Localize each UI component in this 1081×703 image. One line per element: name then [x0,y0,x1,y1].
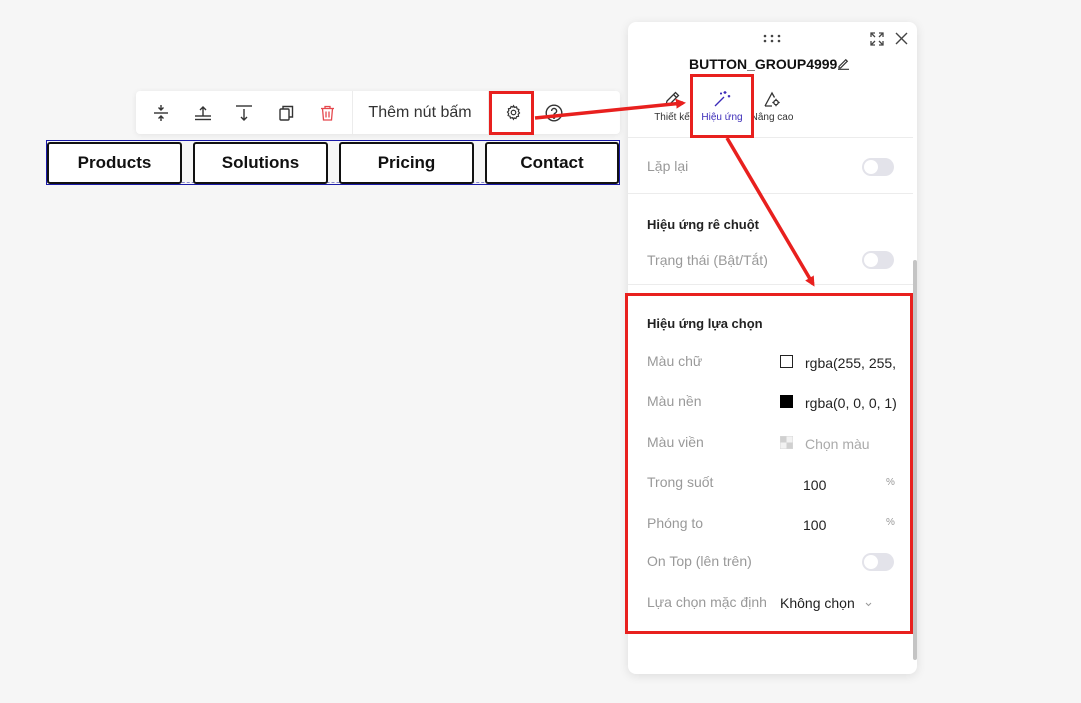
delete-icon [320,105,334,121]
delete-button[interactable] [310,91,344,134]
divider [628,137,913,138]
add-button-button[interactable]: Thêm nút bấm [358,91,482,134]
divider [628,284,913,285]
drag-handle-icon[interactable] [763,34,781,43]
add-button-label: Thêm nút bấm [368,103,472,121]
help-button[interactable] [536,91,572,134]
button-group[interactable]: Products Solutions Pricing Contact [46,140,620,185]
advanced-settings-icon [764,91,780,107]
annotation-box-settings [489,91,534,135]
panel-scrollbar[interactable] [913,260,917,660]
close-icon[interactable] [895,32,908,45]
nav-button-pricing[interactable]: Pricing [339,142,474,184]
pencil-ruler-icon [665,91,680,106]
hover-state-label: Trạng thái (Bật/Tắt) [647,252,768,268]
divider [628,193,913,194]
align-vertical-center-button[interactable] [144,91,178,134]
nav-button-contact[interactable]: Contact [485,142,619,184]
hover-state-toggle[interactable] [862,251,894,269]
toolbar-separator [352,91,353,134]
expand-icon[interactable] [870,32,884,46]
floating-toolbar: Thêm nút bấm [136,91,620,134]
move-up-button[interactable] [186,91,220,134]
duplicate-icon [278,105,293,121]
nav-button-solutions[interactable]: Solutions [193,142,328,184]
annotation-box-effects-tab [690,74,754,138]
tab-design-label: Thiết kế [654,112,690,123]
tab-advanced-label: Nâng cao [750,112,794,123]
align-vertical-center-icon [154,104,168,121]
duplicate-button[interactable] [269,91,303,134]
nav-button-products[interactable]: Products [47,142,182,184]
move-down-button[interactable] [227,91,261,134]
hover-section-title: Hiệu ứng rê chuột [647,217,759,232]
repeat-label: Lặp lại [647,158,689,174]
annotation-box-select-effects [625,293,913,634]
move-up-icon [195,105,211,120]
help-icon [545,103,563,122]
edit-title-icon[interactable] [837,57,850,70]
repeat-toggle[interactable] [862,158,894,176]
move-down-icon [236,104,252,121]
panel-title: BUTTON_GROUP4999 [689,56,838,72]
